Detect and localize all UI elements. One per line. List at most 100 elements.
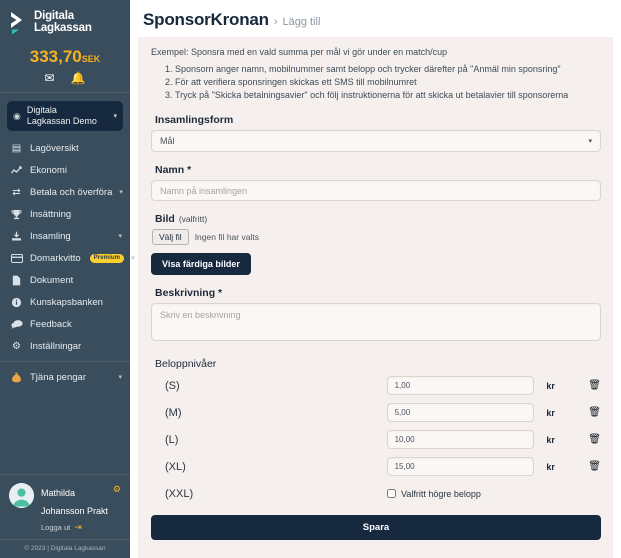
chevron-down-icon: ▾ bbox=[118, 374, 122, 381]
no-file-text: Ingen fil har valts bbox=[194, 232, 259, 242]
sidebar-item-label: Tjäna pengar bbox=[30, 371, 86, 383]
copyright: © 2023 | Digitala Lagkassan bbox=[0, 539, 130, 558]
sidebar-item-dokument[interactable]: Dokument bbox=[0, 269, 130, 291]
app-root: Digitala Lagkassan 333,70SEK ✉ 🔔 ◉ Digit… bbox=[0, 0, 621, 558]
brand-logo[interactable]: Digitala Lagkassan bbox=[0, 0, 130, 39]
info-circle-icon bbox=[10, 297, 23, 308]
show-ready-images-button[interactable]: Visa färdiga bilder bbox=[151, 253, 251, 275]
user-meta: Mathilda Johansson Prakt Logga ut ⇥ bbox=[41, 483, 122, 533]
sidebar-item-installningar[interactable]: ⚙ Inställningar bbox=[0, 335, 130, 357]
document-icon bbox=[10, 275, 23, 286]
form-card: Exempel: Sponsra med en vald summa per m… bbox=[138, 37, 613, 558]
optional-higher-amount-checkbox[interactable] bbox=[387, 489, 396, 498]
levels-title: Beloppnivåer bbox=[155, 358, 217, 370]
chevron-logo-icon bbox=[9, 9, 29, 35]
choose-file-button[interactable]: Välj fil bbox=[152, 229, 189, 245]
instruction-step: För att verifiera sponsringen skickas et… bbox=[175, 76, 601, 89]
user-name-line1: Mathilda bbox=[41, 488, 76, 498]
insamlingsform-label: Insamlingsform bbox=[155, 114, 234, 126]
user-box[interactable]: Mathilda Johansson Prakt Logga ut ⇥ ⚙ bbox=[0, 474, 130, 539]
namn-input[interactable] bbox=[151, 180, 601, 201]
insamlingsform-select-wrap: Mål ▾ bbox=[151, 130, 601, 152]
sidebar-item-feedback[interactable]: Feedback bbox=[0, 313, 130, 335]
beskrivning-label: Beskrivning * bbox=[155, 287, 223, 299]
instruction-step: Tryck på "Skicka betalningsavier" och fö… bbox=[175, 89, 601, 102]
sidebar-item-label: Lagöversikt bbox=[30, 142, 79, 154]
bell-icon[interactable]: 🔔 bbox=[71, 72, 86, 84]
sidebar-item-lagoversikt[interactable]: ▤ Lagöversikt bbox=[0, 137, 130, 159]
currency-suffix: kr bbox=[546, 407, 555, 418]
brand-line2: Lagkassan bbox=[34, 22, 92, 34]
level-row-xxl: (XXL) Valfritt högre belopp bbox=[151, 480, 601, 507]
sidebar-item-ekonomi[interactable]: Ekonomi bbox=[0, 159, 130, 181]
mail-icon[interactable]: ✉ bbox=[44, 72, 54, 84]
insamlingsform-select[interactable]: Mål bbox=[151, 130, 601, 152]
trash-icon[interactable]: 🗑 bbox=[588, 407, 601, 418]
credit-card-icon bbox=[10, 253, 23, 263]
currency-suffix: kr bbox=[546, 434, 555, 445]
sidebar-item-domarkvitto[interactable]: Domarkvitto Premium ▾ bbox=[0, 247, 135, 269]
trash-icon[interactable]: 🗑 bbox=[588, 380, 601, 391]
sidebar-item-tjana-pengar[interactable]: Tjäna pengar ▾ bbox=[0, 366, 130, 388]
bild-optional-text: (valfritt) bbox=[178, 214, 208, 224]
user-name-line2: Johansson Prakt bbox=[41, 506, 109, 516]
example-intro: Exempel: Sponsra med en vald summa per m… bbox=[151, 47, 448, 57]
trash-icon[interactable]: 🗑 bbox=[588, 434, 601, 445]
team-badge-icon: ◉ bbox=[13, 110, 21, 121]
quick-icon-row: ✉ 🔔 bbox=[0, 72, 130, 92]
brand-text: Digitala Lagkassan bbox=[34, 10, 92, 35]
level-amount-input[interactable] bbox=[386, 430, 535, 449]
level-amount-input[interactable] bbox=[386, 376, 535, 395]
sidebar-item-kunskapsbanken[interactable]: Kunskapsbanken bbox=[0, 291, 130, 313]
breadcrumb-separator: › bbox=[273, 16, 278, 28]
user-gear-icon[interactable]: ⚙ bbox=[113, 484, 121, 495]
premium-badge: Premium bbox=[89, 253, 125, 263]
level-label: (XL) bbox=[165, 460, 186, 473]
optional-higher-amount-checkbox-wrap[interactable]: Valfritt högre belopp bbox=[387, 489, 481, 499]
sidebar: Digitala Lagkassan 333,70SEK ✉ 🔔 ◉ Digit… bbox=[0, 0, 135, 558]
gear-icon: ⚙ bbox=[12, 340, 21, 352]
currency-suffix: kr bbox=[546, 380, 555, 391]
trash-icon[interactable]: 🗑 bbox=[588, 461, 601, 472]
balance-display: 333,70SEK bbox=[0, 47, 130, 67]
chevron-down-icon: ▾ bbox=[118, 233, 122, 240]
beskrivning-textarea[interactable] bbox=[151, 303, 601, 341]
page-header: SponsorKronan › Lägg till bbox=[130, 0, 621, 37]
level-row: (L) kr 🗑 bbox=[151, 426, 601, 453]
bild-label-text: Bild bbox=[155, 213, 175, 225]
file-upload-row: Välj fil Ingen fil har valts bbox=[152, 229, 601, 245]
level-label: (XXL) bbox=[165, 487, 194, 500]
chat-bubble-icon bbox=[10, 319, 23, 329]
team-selector[interactable]: ◉ Digitala Lagkassan Demo ▾ bbox=[7, 101, 123, 131]
team-line2: Lagkassan Demo bbox=[26, 116, 97, 126]
save-button[interactable]: Spara bbox=[151, 515, 601, 540]
main-content: SponsorKronan › Lägg till Exempel: Spons… bbox=[130, 0, 621, 558]
optional-higher-amount-label[interactable]: Valfritt högre belopp bbox=[401, 489, 481, 499]
instruction-steps: Sponsorn anger namn, mobilnummer samt be… bbox=[151, 63, 601, 102]
id-card-icon: ▤ bbox=[11, 142, 22, 154]
level-row: (S) kr 🗑 bbox=[151, 372, 601, 399]
user-name: Mathilda Johansson Prakt bbox=[41, 488, 108, 516]
team-line1: Digitala bbox=[26, 105, 57, 115]
sidebar-item-label: Domarkvitto bbox=[30, 252, 81, 264]
level-amount-input[interactable] bbox=[386, 403, 535, 422]
instruction-step: Sponsorn anger namn, mobilnummer samt be… bbox=[175, 63, 601, 76]
chevron-down-icon: ▾ bbox=[119, 189, 123, 196]
money-bag-icon bbox=[10, 372, 23, 383]
sidebar-item-betala-och-overfora[interactable]: ⇄ Betala och överföra ▾ bbox=[0, 181, 130, 203]
download-collect-icon bbox=[10, 231, 23, 242]
sidebar-item-insamling[interactable]: Insamling ▾ bbox=[0, 225, 130, 247]
chart-line-icon bbox=[10, 165, 23, 175]
chevron-down-icon: ▾ bbox=[113, 113, 117, 120]
sidebar-divider-top bbox=[0, 92, 130, 93]
breadcrumb[interactable]: Lägg till bbox=[283, 16, 321, 28]
sidebar-item-label: Insamling bbox=[30, 230, 71, 242]
sidebar-divider-mid bbox=[0, 361, 130, 362]
level-amount-input[interactable] bbox=[386, 457, 535, 476]
level-label: (S) bbox=[165, 379, 180, 392]
logout-button[interactable]: Logga ut ⇥ bbox=[41, 522, 122, 533]
chevron-down-icon: ▾ bbox=[131, 255, 135, 262]
sidebar-item-label: Feedback bbox=[30, 318, 72, 330]
level-label: (L) bbox=[165, 433, 179, 446]
sidebar-item-insattning[interactable]: Insättning bbox=[0, 203, 130, 225]
